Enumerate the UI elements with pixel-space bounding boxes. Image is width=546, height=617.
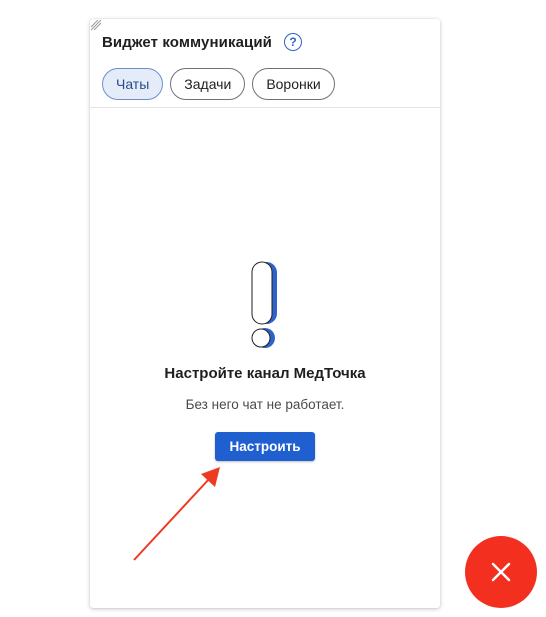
setup-button[interactable]: Настроить	[215, 432, 315, 461]
widget-title: Виджет коммуникаций	[102, 33, 272, 51]
widget-tabs: Чаты Задачи Воронки	[102, 68, 335, 100]
help-icon[interactable]: ?	[283, 33, 302, 51]
page: Виджет коммуникаций ? Чаты Задачи Воронк…	[0, 0, 546, 617]
empty-state-subtitle: Без него чат не работает.	[185, 397, 345, 412]
empty-state-title: Настройте канал МедТочка	[164, 365, 366, 382]
exclamation-icon	[251, 261, 277, 348]
annotation-arrow	[133, 467, 220, 561]
tab-tasks[interactable]: Задачи	[170, 68, 246, 100]
tab-funnels[interactable]: Воронки	[252, 68, 335, 100]
close-fab-button[interactable]	[465, 536, 537, 608]
header-divider	[90, 107, 440, 108]
tab-chats[interactable]: Чаты	[102, 68, 164, 100]
widget-header: Виджет коммуникаций ?	[102, 33, 302, 51]
close-icon	[491, 562, 511, 582]
resize-handle-icon[interactable]	[90, 19, 102, 31]
